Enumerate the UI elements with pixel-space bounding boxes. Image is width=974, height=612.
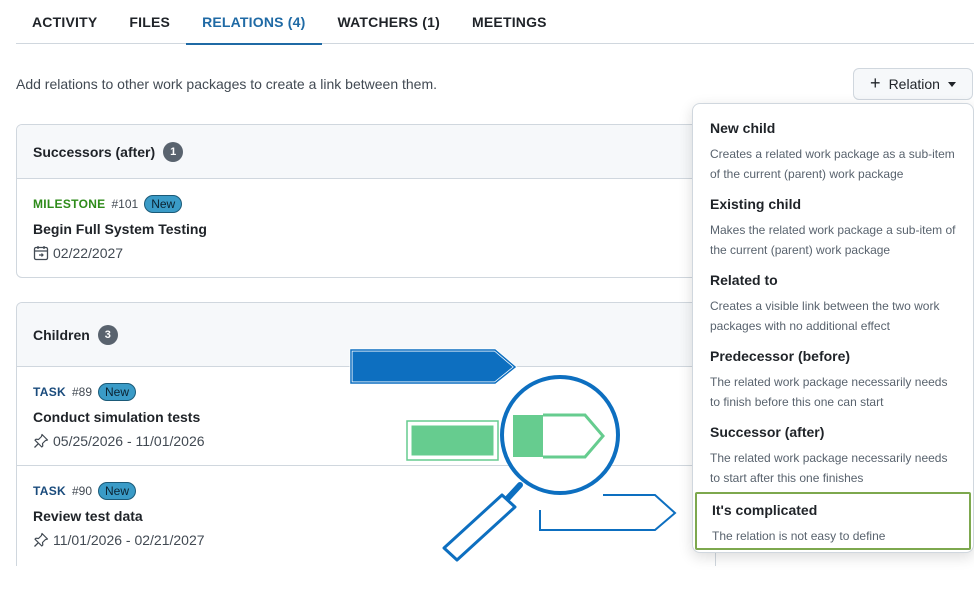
add-relation-label: Relation — [888, 76, 940, 92]
menu-item-title: It's complicated — [712, 502, 818, 518]
work-package-dates: 11/01/2026 - 02/21/2027 — [53, 532, 205, 548]
menu-item-its-complicated[interactable]: It's complicated The relation is not eas… — [695, 492, 971, 550]
tab-files[interactable]: FILES — [113, 0, 186, 44]
pin-icon — [34, 433, 49, 448]
menu-item-predecessor[interactable]: Predecessor (before) The related work pa… — [693, 340, 973, 416]
menu-item-description: The related work package necessarily nee… — [710, 451, 948, 485]
relation-item[interactable]: TASK #90 New Review test data 11/01/2026… — [17, 466, 715, 565]
status-badge: New — [98, 482, 137, 500]
menu-item-existing-child[interactable]: Existing child Makes the related work pa… — [693, 188, 973, 264]
menu-item-successor[interactable]: Successor (after) The related work packa… — [693, 416, 973, 492]
calendar-icon — [33, 246, 49, 261]
work-package-type: TASK — [33, 385, 66, 399]
relation-item[interactable]: MILESTONE #101 New Begin Full System Tes… — [17, 179, 715, 277]
menu-item-title: Predecessor (before) — [710, 348, 851, 364]
menu-item-title: Existing child — [710, 196, 802, 212]
menu-item-description: The related work package necessarily nee… — [710, 375, 948, 409]
tab-activity[interactable]: ACTIVITY — [16, 0, 113, 44]
menu-item-related-to[interactable]: Related to Creates a visible link betwee… — [693, 264, 973, 340]
menu-item-description: The relation is not easy to define — [712, 529, 886, 543]
plus-icon: + — [870, 73, 881, 93]
add-relation-button[interactable]: + Relation — [853, 68, 973, 100]
work-package-id[interactable]: #90 — [72, 484, 92, 498]
successors-card: Successors (after) 1 MILESTONE #101 New … — [16, 124, 716, 278]
tab-meetings[interactable]: MEETINGS — [456, 0, 563, 44]
work-package-dates: 02/22/2027 — [53, 245, 124, 261]
successors-count-badge: 1 — [163, 141, 184, 162]
menu-item-new-child[interactable]: New child Creates a related work package… — [693, 112, 973, 188]
work-package-dates: 05/25/2026 - 11/01/2026 — [53, 433, 205, 449]
tab-relations[interactable]: RELATIONS (4) — [186, 0, 322, 45]
menu-item-title: New child — [710, 120, 776, 136]
successors-title: Successors (after) — [33, 143, 156, 160]
children-title: Children — [33, 326, 90, 343]
relations-intro-text: Add relations to other work packages to … — [16, 76, 438, 92]
status-badge: New — [144, 195, 183, 213]
tab-bar: ACTIVITY FILES RELATIONS (4) WATCHERS (1… — [16, 0, 974, 45]
work-package-id[interactable]: #89 — [72, 385, 92, 399]
children-card: Children 3 TASK #89 New Conduct simulati… — [16, 302, 716, 566]
work-package-id[interactable]: #101 — [112, 197, 139, 211]
relation-type-menu: New child Creates a related work package… — [692, 103, 974, 553]
work-package-subject[interactable]: Review test data — [33, 508, 699, 524]
work-package-subject[interactable]: Conduct simulation tests — [33, 409, 699, 425]
menu-item-description: Creates a related work package as a sub-… — [710, 147, 955, 181]
status-badge: New — [98, 383, 137, 401]
tab-watchers[interactable]: WATCHERS (1) — [322, 0, 456, 44]
menu-item-description: Makes the related work package a sub-ite… — [710, 223, 956, 257]
children-count-badge: 3 — [97, 324, 118, 345]
children-header: Children 3 — [17, 303, 715, 367]
menu-item-title: Successor (after) — [710, 424, 825, 440]
work-package-type: MILESTONE — [33, 197, 106, 211]
work-package-type: TASK — [33, 484, 66, 498]
successors-header: Successors (after) 1 — [17, 125, 715, 179]
menu-item-description: Creates a visible link between the two w… — [710, 299, 940, 333]
menu-item-title: Related to — [710, 272, 778, 288]
pin-icon — [34, 532, 49, 547]
caret-down-icon — [947, 81, 956, 87]
work-package-subject[interactable]: Begin Full System Testing — [33, 221, 699, 237]
relation-item[interactable]: TASK #89 New Conduct simulation tests 05… — [17, 367, 715, 466]
